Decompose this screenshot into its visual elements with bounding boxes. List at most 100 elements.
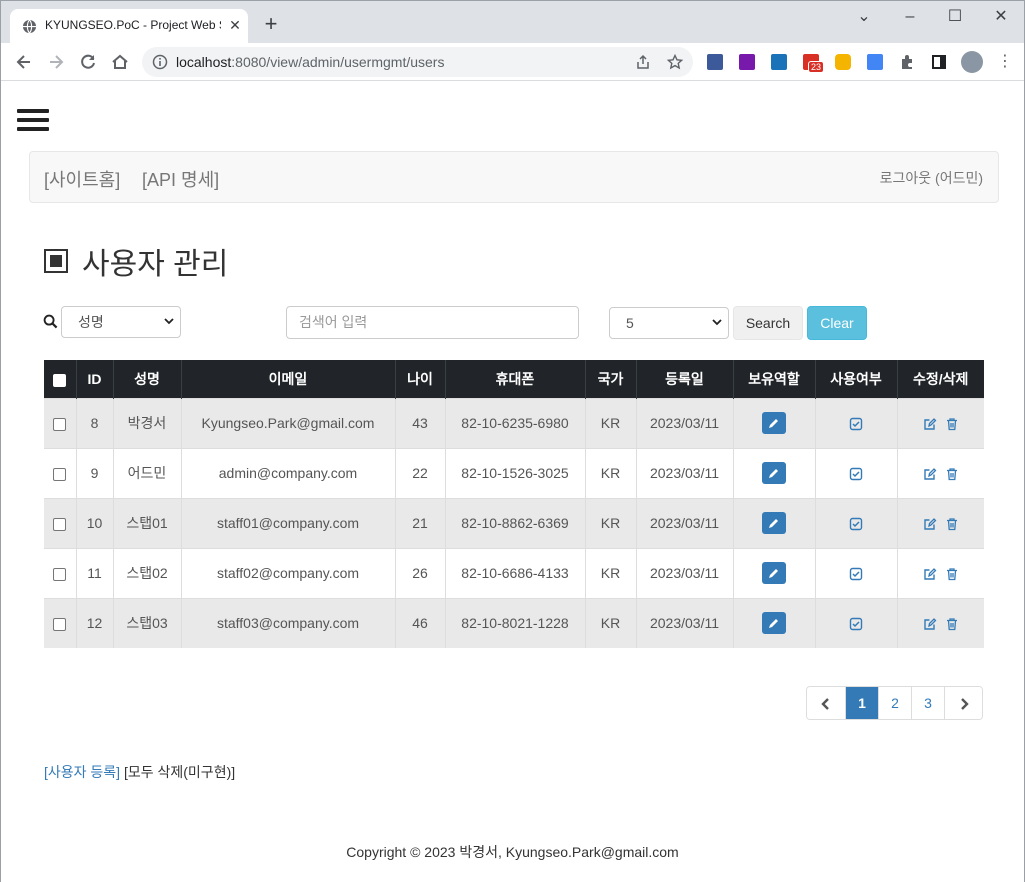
header-select-all[interactable]	[44, 360, 76, 398]
edit-roles-button[interactable]	[762, 462, 786, 484]
select-all-checkbox[interactable]	[53, 373, 67, 387]
pagination-prev-icon[interactable]	[807, 687, 845, 719]
bookmark-star-icon[interactable]	[667, 54, 683, 70]
row-select-cell[interactable]	[44, 597, 76, 648]
cell-actions	[896, 397, 984, 448]
window-close-icon[interactable]: ✕	[991, 7, 1011, 27]
cell-email: staff01@company.com	[180, 497, 395, 548]
share-icon[interactable]	[635, 54, 651, 70]
checkbox-checked-icon[interactable]	[849, 617, 863, 631]
keep-extension-icon[interactable]	[835, 54, 851, 70]
cell-enabled	[814, 547, 897, 598]
checkbox-checked-icon[interactable]	[849, 567, 863, 581]
checkbox-checked-icon[interactable]	[849, 467, 863, 481]
translate-extension-icon[interactable]	[867, 54, 883, 70]
cell-age: 22	[394, 447, 445, 498]
home-icon[interactable]	[110, 52, 130, 72]
cell-id: 9	[75, 447, 113, 498]
cell-country: KR	[584, 497, 636, 548]
reload-icon[interactable]	[78, 52, 98, 72]
row-select-cell[interactable]	[44, 497, 76, 548]
minimize-icon[interactable]: –	[900, 7, 920, 27]
address-bar[interactable]: localhost:8080/view/admin/usermgmt/users	[142, 47, 693, 77]
url-path: :8080/view/admin/usermgmt/users	[231, 54, 445, 70]
trash-icon[interactable]	[945, 417, 959, 431]
bottom-links: [사용자 등록] [모두 삭제(미구현)]	[44, 762, 235, 782]
edit-icon[interactable]	[923, 517, 937, 531]
cell-date: 2023/03/11	[635, 547, 733, 598]
download-extension-icon[interactable]	[707, 54, 723, 70]
pencil-icon	[769, 469, 778, 478]
extensions-puzzle-icon[interactable]	[899, 54, 915, 70]
cell-roles	[732, 397, 815, 448]
cell-roles	[732, 497, 815, 548]
row-select-cell[interactable]	[44, 547, 76, 598]
edit-icon[interactable]	[923, 467, 937, 481]
row-select-cell[interactable]	[44, 447, 76, 498]
edit-icon[interactable]	[923, 617, 937, 631]
row-select-cell[interactable]	[44, 397, 76, 448]
gmail-extension-icon[interactable]: 23	[803, 54, 825, 73]
row-checkbox[interactable]	[53, 417, 67, 431]
info-icon[interactable]	[152, 54, 168, 70]
pagination-page-1[interactable]: 1	[845, 687, 878, 719]
search-input[interactable]: 검색어 입력	[286, 306, 579, 339]
checkbox-checked-icon[interactable]	[849, 417, 863, 431]
s-extension-icon[interactable]	[771, 54, 787, 70]
page-title: 사용자 관리	[44, 239, 228, 283]
cell-enabled	[814, 447, 897, 498]
trash-icon[interactable]	[945, 517, 959, 531]
forward-icon[interactable]	[46, 52, 66, 72]
trash-icon[interactable]	[945, 617, 959, 631]
profile-avatar[interactable]	[961, 51, 983, 73]
cell-enabled	[814, 497, 897, 548]
edit-icon[interactable]	[923, 417, 937, 431]
globe-icon	[22, 19, 37, 34]
menu-kebab-icon[interactable]: ⋮	[997, 54, 1013, 70]
search-button[interactable]: Search	[733, 306, 803, 340]
trash-icon[interactable]	[945, 567, 959, 581]
new-tab-icon[interactable]: +	[262, 13, 280, 35]
nav-api-spec-link[interactable]: [API 명세]	[142, 166, 219, 192]
row-checkbox[interactable]	[53, 467, 67, 481]
edit-roles-button[interactable]	[762, 512, 786, 534]
edit-roles-button[interactable]	[762, 562, 786, 584]
tab-search-icon[interactable]: ⌄	[854, 7, 874, 27]
edit-roles-button[interactable]	[762, 612, 786, 635]
pagination-page-3[interactable]: 3	[911, 687, 944, 719]
edit-roles-button[interactable]	[762, 412, 786, 434]
register-user-link[interactable]: [사용자 등록]	[44, 764, 120, 780]
trash-icon[interactable]	[945, 467, 959, 481]
logout-link[interactable]: 로그아웃 (어드민)	[880, 168, 983, 188]
delete-all-link[interactable]: [모두 삭제(미구현)]	[124, 764, 235, 780]
page-size-select[interactable]: 5	[609, 307, 729, 339]
row-checkbox[interactable]	[53, 567, 67, 581]
row-checkbox[interactable]	[53, 517, 67, 531]
edit-icon[interactable]	[923, 567, 937, 581]
cell-phone: 82-10-1526-3025	[444, 447, 585, 498]
search-field-select[interactable]: 성명	[61, 306, 181, 338]
pagination-next-icon[interactable]	[944, 687, 982, 719]
browser-toolbar: localhost:8080/view/admin/usermgmt/users…	[1, 43, 1024, 81]
clear-button[interactable]: Clear	[807, 306, 867, 340]
cell-roles	[732, 447, 815, 498]
hamburger-menu-icon[interactable]	[17, 109, 49, 131]
nav-site-home-link[interactable]: [사이트홈]	[44, 166, 120, 192]
onenote-extension-icon[interactable]	[739, 54, 755, 70]
row-checkbox[interactable]	[53, 618, 67, 632]
pencil-icon	[769, 569, 778, 578]
pagination-page-2[interactable]: 2	[878, 687, 911, 719]
maximize-icon[interactable]: ☐	[945, 7, 965, 27]
cell-name: 스탭02	[112, 547, 181, 598]
search-icon	[43, 314, 58, 329]
cell-phone: 82-10-8862-6369	[444, 497, 585, 548]
tab-close-icon[interactable]: ✕	[228, 18, 242, 32]
cell-country: KR	[584, 447, 636, 498]
sidepanel-icon[interactable]	[931, 54, 947, 70]
cell-phone: 82-10-6235-6980	[444, 397, 585, 448]
back-icon[interactable]	[14, 52, 34, 72]
checkbox-checked-icon[interactable]	[849, 517, 863, 531]
header-cell: 사용여부	[814, 360, 897, 398]
table-row: 10 스탭01 staff01@company.com 21 82-10-8862-63…	[44, 497, 984, 548]
browser-tab[interactable]: KYUNGSEO.PoC - Project Web S ✕	[10, 9, 248, 43]
